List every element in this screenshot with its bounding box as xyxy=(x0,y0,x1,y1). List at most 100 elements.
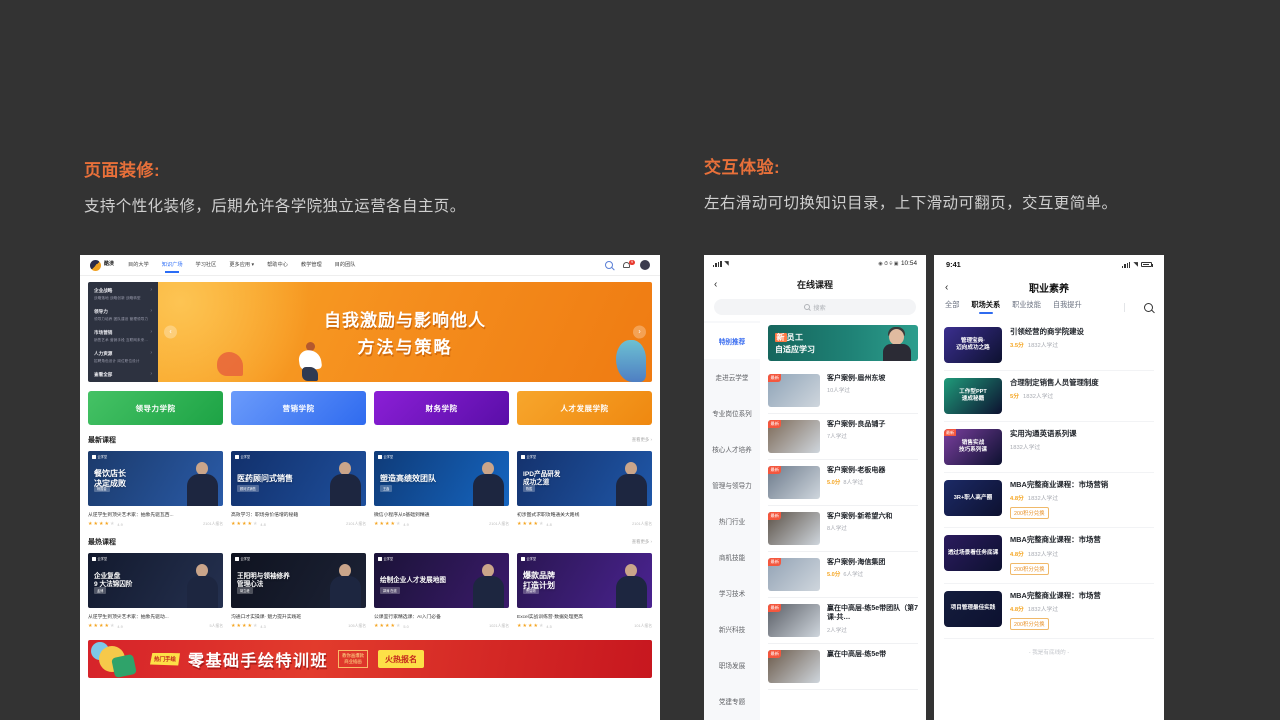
nav-link-4[interactable]: 帮助中心 xyxy=(267,261,288,270)
hero-prev-button[interactable]: ‹ xyxy=(164,325,177,339)
hero-slide[interactable]: 自我激励与影响他人 方法与策略 ‹ › xyxy=(158,282,652,382)
tab-0[interactable]: 全部 xyxy=(945,300,959,314)
category-item-7[interactable]: 学习技术 xyxy=(704,575,760,611)
course-card[interactable]: 云学堂 塑造高绩效团队 王鑫 微信小程序从0基础到精通 ★ ★ ★ ★ ★ 4.9 2101人报名 xyxy=(374,451,509,527)
tab-2[interactable]: 职业技能 xyxy=(1012,300,1041,314)
hero-menu-item-1[interactable]: 领导力 领导力培养 团队建设 管理领导力 xyxy=(94,308,152,322)
list-item[interactable]: 最新 销售实战 技巧系列课 实用沟通英语系列课 1832人学过 xyxy=(944,422,1154,473)
phone1-search-input[interactable]: 搜索 xyxy=(714,299,916,315)
star-icon: ★ xyxy=(241,623,247,629)
category-item-9[interactable]: 职场发展 xyxy=(704,647,760,683)
course-card[interactable]: 云学堂 企业复盘 9 大法锦囚阶 孟博 从逆学生到顶尖艺术家：抽象先驱动... ★ ★ ★ ★ ★… xyxy=(88,553,223,629)
course-brand-badge: 云学堂 xyxy=(378,454,393,459)
brand-mark-icon xyxy=(378,454,382,459)
wifi-icon: ◥ xyxy=(724,261,729,267)
nav-link-1[interactable]: 知识广场 xyxy=(162,261,183,270)
category-item-8[interactable]: 新兴科技 xyxy=(704,611,760,647)
search-icon[interactable] xyxy=(605,261,613,269)
hero-menu-item-2[interactable]: 市场营销 销售艺术 营销手段 互联网未来... xyxy=(94,329,152,343)
list-item[interactable]: 最新 客户案例-良品铺子 7人学过 xyxy=(768,414,918,459)
rating-score: 4.8 xyxy=(546,522,552,527)
list-item[interactable]: 3R+职人高产圈 MBA完整商业课程：市场营销 4.8分 1832人学过 200积分兑换 xyxy=(944,473,1154,529)
nav-link-2[interactable]: 学习社区 xyxy=(196,261,217,270)
promo-note-line2: 商业插画 xyxy=(344,659,362,664)
learner-count: 105人报名 xyxy=(348,624,366,628)
list-item[interactable]: 最新 客户案例-老板电器 5.0分 8人学过 xyxy=(768,460,918,505)
list-item[interactable]: 项目管理最佳实践 MBA完整商业课程：市场营 4.8分 1832人学过 200积分兑换 xyxy=(944,584,1154,640)
list-item[interactable]: 工作型PPT 速成秘籍 合理制定销售人员管理制度 5分 1832人学过 xyxy=(944,371,1154,422)
hero-menu-item-3[interactable]: 人力资源 招聘角色设计 岗位职位设计 xyxy=(94,350,152,364)
new-badge: 最新 xyxy=(944,429,956,436)
course-card[interactable]: 云学堂 绘制企业人才发展地图 郭涛 在线 公课室行家精选课：AI入门必备 ★ ★ ★ ★ ★ 5.… xyxy=(374,553,509,629)
nav-link-3[interactable]: 更多应用 ▾ xyxy=(229,261,254,270)
list-item-text: 客户案例-良品铺子 7人学过 xyxy=(827,420,918,453)
learner-count: 1832人学过 xyxy=(1010,445,1041,452)
list-end-footer: - 我是有底线的 - xyxy=(1028,650,1070,657)
category-item-2[interactable]: 专业岗位系列 xyxy=(704,395,760,431)
promo-cta-button[interactable]: 火热报名 xyxy=(378,650,424,668)
category-item-0[interactable]: 特别推荐 xyxy=(704,323,760,359)
search-placeholder: 搜索 xyxy=(813,304,826,312)
course-title: 从逆学生到顶尖艺术家：抽象先驱瓦西... xyxy=(88,513,174,518)
bell-icon[interactable]: 9 xyxy=(622,259,635,270)
section-more-link[interactable]: 查看更多 › xyxy=(632,539,652,545)
tab-1[interactable]: 职场关系 xyxy=(971,300,1000,314)
course-meta: ★ ★ ★ ★ ★ 4.3 105人报名 xyxy=(231,624,366,629)
search-icon[interactable] xyxy=(1144,302,1153,312)
course-card[interactable]: 云学堂 爆款品牌 打造计划 曹智刚 Excel实战训练营·数据处理更高 ★ ★ ★ ★ ★ 4.5 1… xyxy=(517,553,652,629)
list-item-title: 客户案例-眉州东坡 xyxy=(827,375,886,382)
category-sidebar: 特别推荐 走进云学堂 专业岗位系列 核心人才培养 管理与领导力 热门行业 商机技能 学习技术新… xyxy=(704,321,760,720)
hero-menu-item-0[interactable]: 企业战略 战略落地 战略创新 战略转型 xyxy=(94,287,152,301)
list-item-title: 客户案例-良品铺子 xyxy=(827,421,886,428)
list-item[interactable]: 最新 客户案例-新希望六和 8人学过 xyxy=(768,506,918,551)
nav-link-0[interactable]: 目的大学 xyxy=(128,261,149,270)
course-card[interactable]: 云学堂 医药顾问式销售 顾问式销售 高效学习：职场身价倍增的秘籍 ★ ★ ★ ★ ★ 4.8 210… xyxy=(231,451,366,527)
avatar[interactable] xyxy=(640,260,650,270)
course-meta: ★ ★ ★ ★ ★ 4.9 5人报名 xyxy=(88,624,223,629)
web-screenshot: 酷渼 目的大学 知识广场 学习社区 更多应用 ▾ 帮助中心 教学管理 目的团队 9 企业战略… xyxy=(80,255,660,720)
site-logo[interactable]: 酷渼 xyxy=(90,259,114,271)
points-badge: 200积分兑换 xyxy=(1010,507,1049,520)
promo-course-card[interactable]: 新员工 自适应学习 xyxy=(768,325,918,361)
brand-name: 云学堂 xyxy=(240,557,251,561)
promo-card-line2: 自适应学习 xyxy=(775,344,815,354)
category-item-4[interactable]: 管理与领导力 xyxy=(704,467,760,503)
category-item-3[interactable]: 核心人才培养 xyxy=(704,431,760,467)
list-item[interactable]: 最新 赢在中高层-练5e带团队（第7课-共… 2人学过 xyxy=(768,598,918,643)
category-item-1[interactable]: 走进云学堂 xyxy=(704,359,760,395)
course-section-0: 最新课程 查看更多 › 云学堂 餐饮店长 决定成败 杨国金 从逆学生到顶尖艺术家：抽象先驱瓦… xyxy=(88,435,652,527)
category-item-5[interactable]: 热门行业 xyxy=(704,503,760,539)
list-item[interactable]: 管理宝典· 迈向成功之路 引领经营的商学院建设 3.5分 1832人学过 xyxy=(944,320,1154,371)
course-brand-badge: 云学堂 xyxy=(521,454,536,459)
star-icon: ★ xyxy=(98,521,104,527)
category-item-6[interactable]: 商机技能 xyxy=(704,539,760,575)
academy-card-1[interactable]: 营销学院 xyxy=(231,391,366,425)
list-item[interactable]: 最新 客户案例-海信集团 5.0分 6人学过 xyxy=(768,552,918,597)
star-icon: ★ xyxy=(231,623,236,629)
academy-card-0[interactable]: 领导力学院 xyxy=(88,391,223,425)
course-card[interactable]: 云学堂 IPD产品研发 成功之道 陈胜 初涉图式求职攻略通关大路线 ★ ★ ★ ★ ★ 4.8 210… xyxy=(517,451,652,527)
phone1-item-list: 最新 客户案例-眉州东坡 10人学过 最新 客户案例-良品铺子 7人学过 最新 客户案例-老板… xyxy=(768,368,918,690)
hero-menu-item-4[interactable]: 查看全部 xyxy=(94,371,152,378)
hero-next-button[interactable]: › xyxy=(633,325,646,339)
list-item[interactable]: 最新 赢在中高层-练5e带 xyxy=(768,644,918,689)
list-item-thumbnail: 最新 xyxy=(768,374,820,407)
section-more-link[interactable]: 查看更多 › xyxy=(632,437,652,443)
course-card[interactable]: 云学堂 餐饮店长 决定成败 杨国金 从逆学生到顶尖艺术家：抽象先驱瓦西... ★ ★ ★ ★ ★ 4… xyxy=(88,451,223,527)
course-instructor-pill: 陈胜 xyxy=(523,485,536,492)
promo-banner[interactable]: 热门手绘 零基础手绘特训班 教你画爆款 商业插画 火热报名 xyxy=(88,640,652,678)
nav-link-5[interactable]: 教学管理 xyxy=(301,261,322,270)
thumbnail-title: 销售实战 技巧系列课 xyxy=(959,440,987,453)
nav-link-6[interactable]: 目的团队 xyxy=(335,261,356,270)
star-icon: ★ xyxy=(384,623,390,629)
academy-card-2[interactable]: 财务学院 xyxy=(374,391,509,425)
course-card[interactable]: 云学堂 王阳明与领袖修养 管理心法 胡立峰 沟通口才实操课· 魅力提升实践班 ★ ★ ★ ★ ★ 4… xyxy=(231,553,366,629)
phone2-title-bar: ‹ 职业素养 xyxy=(934,274,1164,300)
category-item-10[interactable]: 党建专题 xyxy=(704,683,760,719)
promo-note: 教你画爆款 商业插画 xyxy=(338,650,368,668)
list-item[interactable]: 透过场景看任务底课 MBA完整商业课程：市场营 4.8分 1832人学过 200积分兑换 xyxy=(944,528,1154,584)
list-item[interactable]: 最新 客户案例-眉州东坡 10人学过 xyxy=(768,368,918,413)
tab-3[interactable]: 自我提升 xyxy=(1053,300,1082,314)
academy-card-3[interactable]: 人才发展学院 xyxy=(517,391,652,425)
course-instructor-pill: 曹智刚 xyxy=(523,587,539,594)
